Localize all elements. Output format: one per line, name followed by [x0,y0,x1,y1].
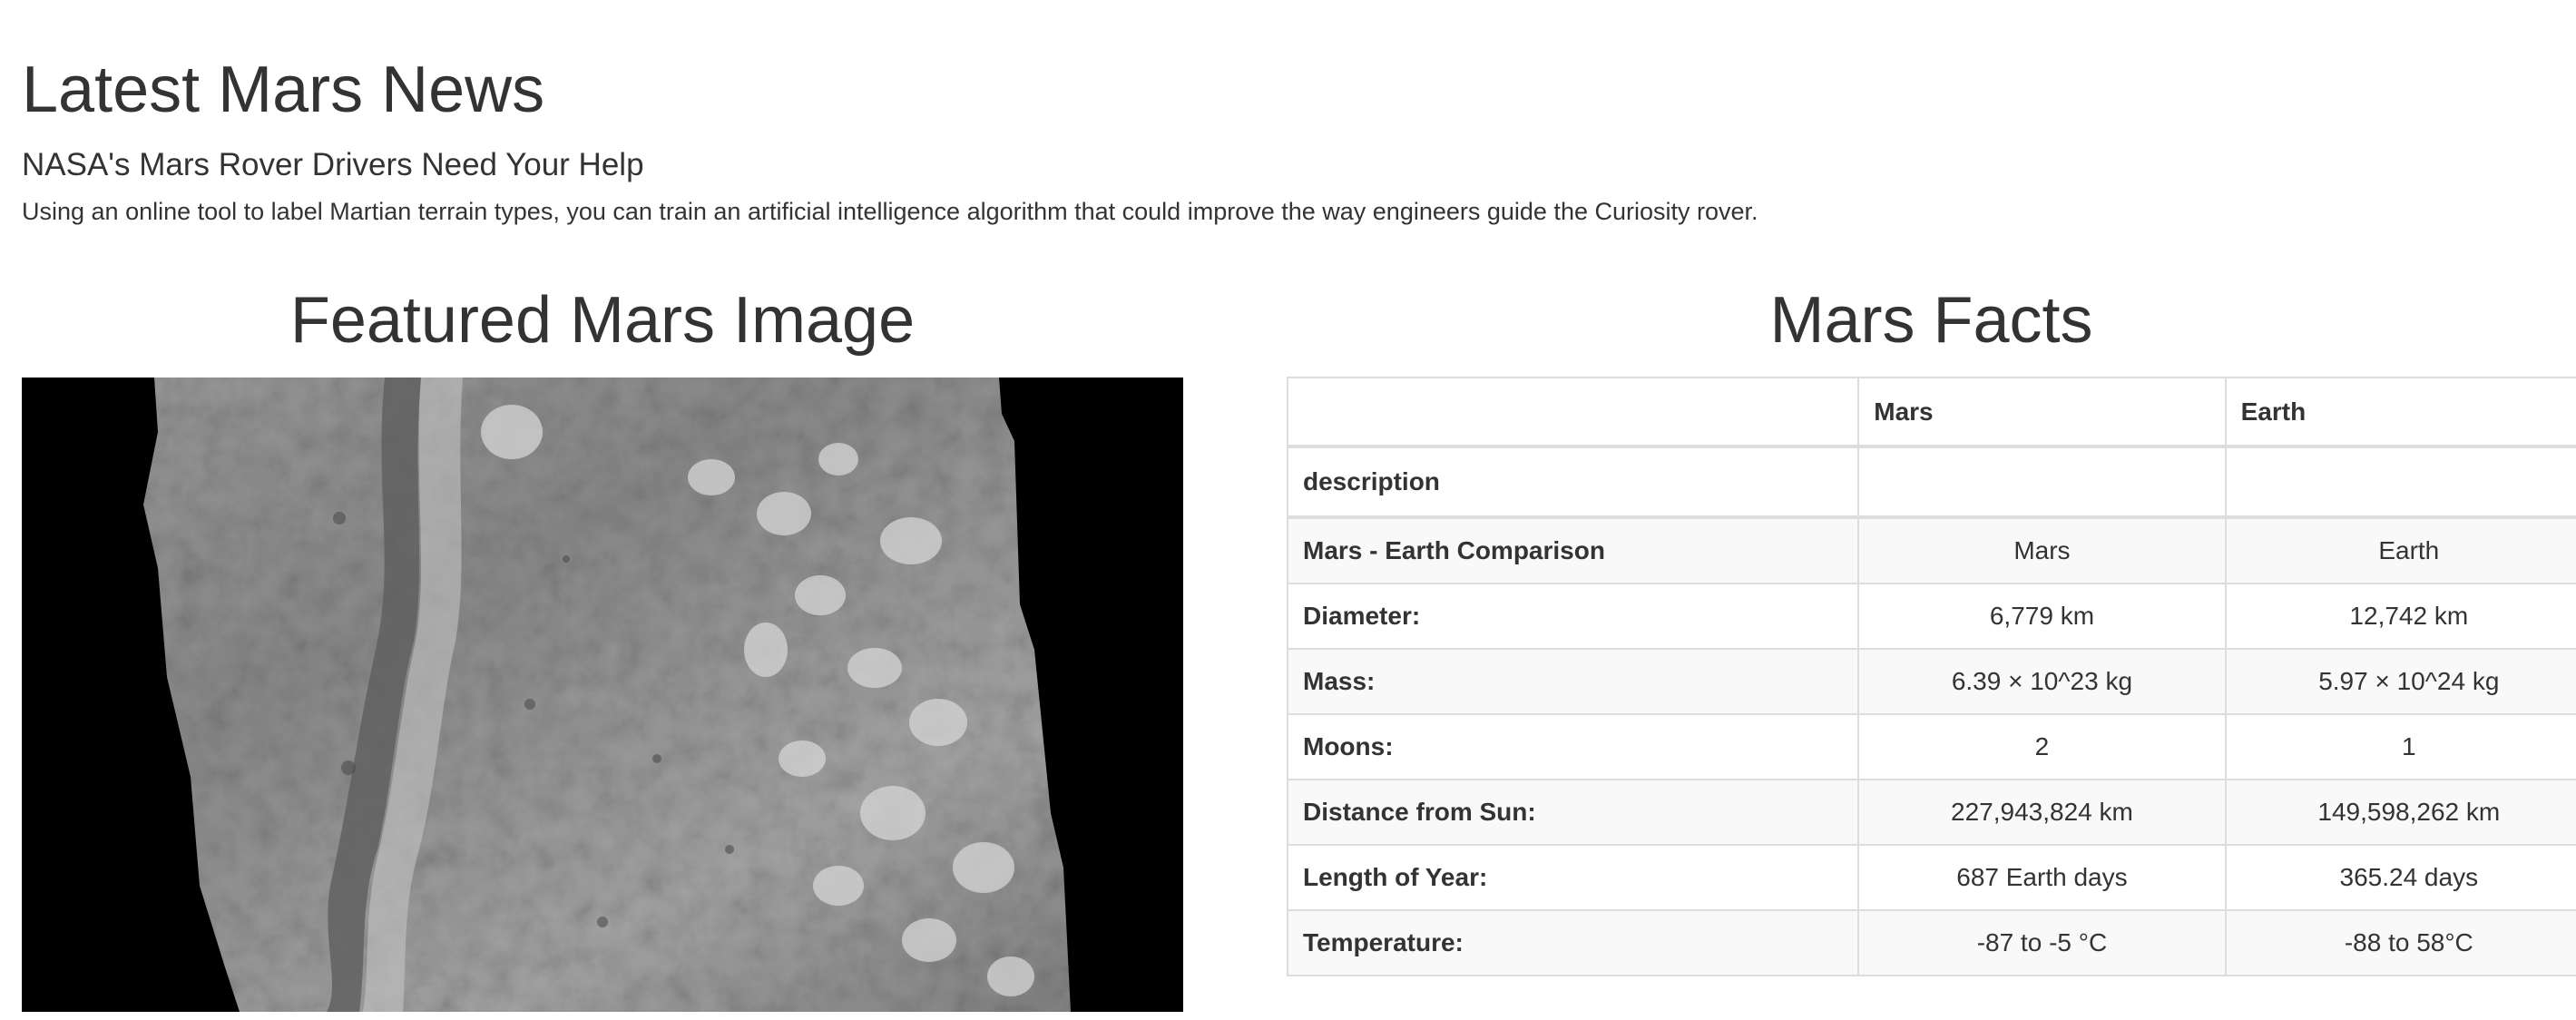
table-header-earth: Earth [2224,377,2576,448]
table-row: Length of Year: 687 Earth days 365.24 da… [1286,844,2576,911]
featured-image-title: Featured Mars Image [289,284,916,357]
news-teaser: Using an online tool to label Martian te… [22,198,1758,225]
table-row: Diameter: 6,779 km 12,742 km [1286,583,2576,650]
table-row: Distance from Sun: 227,943,824 km 149,59… [1286,779,2576,846]
table-row: Temperature: -87 to -5 °C -88 to 58°C [1286,909,2576,976]
featured-mars-image [22,378,1183,1012]
mars-value: Mars [1857,516,2227,584]
row-label: Distance from Sun: [1286,779,1860,846]
news-headline: NASA's Mars Rover Drivers Need Your Help [22,147,644,182]
earth-value: 12,742 km [2224,583,2576,650]
earth-value: 1 [2224,713,2576,780]
news-section-title: Latest Mars News [22,54,545,126]
mars-value: 6.39 × 10^23 kg [1857,648,2227,715]
mars-value: -87 to -5 °C [1857,909,2227,976]
row-label: Mass: [1286,648,1860,715]
mars-value: 6,779 km [1857,583,2227,650]
mars-value: 2 [1857,713,2227,780]
row-label: Diameter: [1286,583,1860,650]
table-header-mars: Mars [1857,377,2227,448]
row-label: Temperature: [1286,909,1860,976]
earth-value: 149,598,262 km [2224,779,2576,846]
table-row: Mass: 6.39 × 10^23 kg 5.97 × 10^24 kg [1286,648,2576,715]
table-header-row: Mars Earth [1286,377,2576,448]
mars-terrain-image [22,378,1183,1012]
table-row: description [1286,446,2576,519]
earth-value: 365.24 days [2224,844,2576,911]
earth-value: 5.97 × 10^24 kg [2224,648,2576,715]
mars-facts-table: Mars Earth description Mars - Earth Comp… [1286,377,2576,976]
table-row: Mars - Earth Comparison Mars Earth [1286,516,2576,584]
row-label: Length of Year: [1286,844,1860,911]
row-label: Moons: [1286,713,1860,780]
earth-value: -88 to 58°C [2224,909,2576,976]
mars-value: 227,943,824 km [1857,779,2227,846]
table-header-blank [1286,377,1860,448]
earth-value [2224,446,2576,519]
row-label: description [1286,446,1860,519]
mars-facts-title: Mars Facts [1769,284,2093,357]
table-row: Moons: 2 1 [1286,713,2576,780]
earth-value: Earth [2224,516,2576,584]
mars-value [1857,446,2227,519]
mars-value: 687 Earth days [1857,844,2227,911]
row-label: Mars - Earth Comparison [1286,516,1860,584]
